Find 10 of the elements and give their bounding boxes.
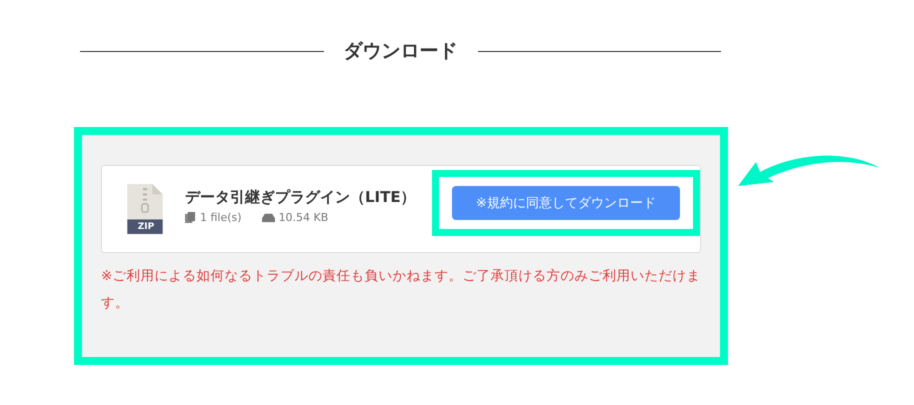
files-icon <box>185 212 196 223</box>
download-button[interactable]: ※規約に同意してダウンロード <box>452 186 680 220</box>
file-count: 1 file(s) <box>200 211 242 224</box>
notice-text: ※ご利用による如何なるトラブルの責任も負いかねます。ご了承頂ける方のみご利用いただけます。 <box>101 267 701 313</box>
section-heading: ダウンロード <box>344 39 458 64</box>
drive-icon <box>262 212 275 223</box>
file-size: 10.54 KB <box>278 211 328 224</box>
file-type-label: ZIP <box>136 222 156 232</box>
file-name: データ引継ぎプラグイン（LITE） <box>185 188 416 207</box>
zip-file-icon <box>127 184 163 234</box>
